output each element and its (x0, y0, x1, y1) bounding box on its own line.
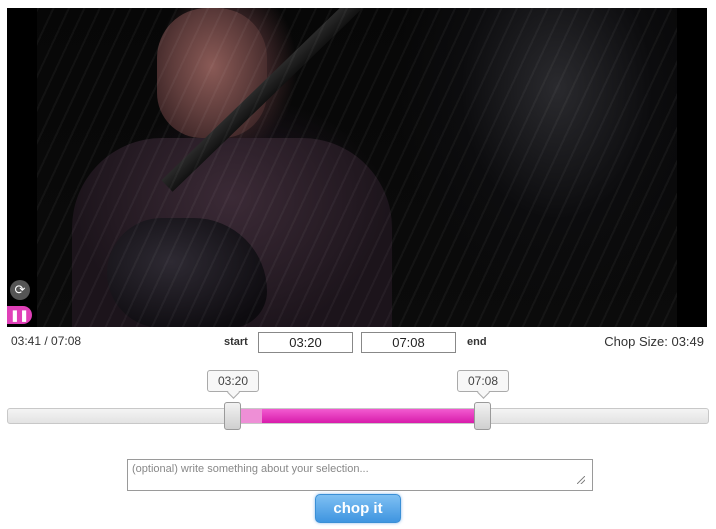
video-frame-light-beams (37, 8, 677, 327)
end-label: end (467, 336, 487, 348)
start-time-field[interactable]: 03:20 (258, 332, 353, 353)
chop-it-button[interactable]: chop it (315, 494, 401, 523)
range-slider-played-segment (239, 409, 263, 423)
end-time-tooltip: 07:08 (457, 370, 509, 392)
pause-icon[interactable]: ❚❚ (7, 306, 32, 324)
range-end-handle[interactable] (474, 402, 491, 430)
start-time-tooltip: 03:20 (207, 370, 259, 392)
end-time-field[interactable]: 07:08 (361, 332, 456, 353)
video-frame (37, 8, 677, 327)
chop-size-text: Chop Size: 03:49 (604, 334, 704, 349)
range-slider-selection (262, 409, 475, 423)
range-start-handle[interactable] (224, 402, 241, 430)
selection-note-input[interactable] (127, 459, 593, 491)
refresh-icon[interactable]: ⟳ (10, 280, 30, 300)
start-label: start (224, 336, 248, 348)
video-player[interactable]: ⟳ ❚❚ (7, 8, 707, 327)
resize-grip-icon[interactable] (577, 476, 585, 484)
playback-time: 03:41 / 07:08 (11, 334, 82, 348)
